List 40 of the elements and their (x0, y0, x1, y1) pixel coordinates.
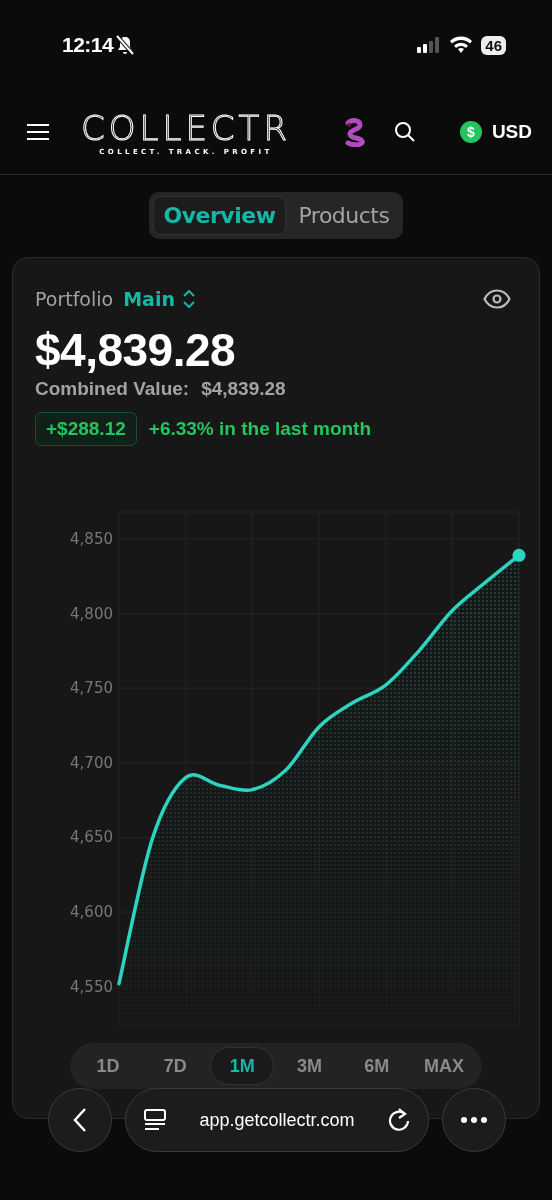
view-tab[interactable]: Overview (152, 196, 287, 235)
range-tab[interactable]: 3M (277, 1047, 342, 1085)
axis-label: 4,700 (70, 753, 113, 772)
axis-label: 4,600 (70, 903, 113, 922)
search-icon[interactable] (393, 121, 416, 143)
axis-label: 4,850 (70, 529, 113, 548)
clock-time: 12:14 (62, 33, 114, 57)
axis-label: 4,650 (70, 828, 113, 847)
current-point[interactable] (512, 548, 526, 562)
range-tab[interactable]: 7D (143, 1047, 208, 1085)
brand-logo[interactable]: COLLECTR (81, 108, 291, 147)
menu-icon[interactable] (27, 123, 49, 141)
view-tab[interactable]: Products (288, 196, 400, 235)
url-text: app.getcollectr.com (198, 1109, 356, 1131)
reload-icon[interactable] (388, 1108, 410, 1132)
axis-label: 4,550 (70, 977, 113, 996)
more-icon (461, 1117, 487, 1123)
chevron-up-down-icon (182, 290, 195, 308)
portfolio-label: Portfolio (35, 288, 114, 310)
change-percent: +6.33% in the last month (148, 418, 372, 440)
address-bar[interactable]: app.getcollectr.com (125, 1088, 429, 1152)
combined-value-label: Combined Value: (35, 378, 190, 400)
currency-symbol: $ (459, 121, 482, 143)
combined-value: $4,839.28 (201, 378, 286, 400)
range-tab[interactable]: 6M (344, 1047, 409, 1085)
range-tab[interactable]: 1D (76, 1047, 140, 1085)
range-tab[interactable]: MAX (411, 1047, 476, 1085)
eye-icon[interactable] (483, 289, 511, 309)
portfolio-selector[interactable]: Main (123, 288, 195, 310)
battery-level: 46 (481, 35, 506, 55)
change-amount: +$288.12 (35, 412, 137, 446)
range-tab[interactable]: 1M (210, 1047, 275, 1085)
axis-label: 4,800 (70, 604, 113, 623)
chevron-left-icon (73, 1107, 87, 1133)
currency-selector[interactable]: $ USD (459, 121, 532, 143)
axis-label: 4,750 (70, 679, 113, 698)
signal-icon (417, 37, 440, 53)
page-menu-icon[interactable] (144, 1109, 166, 1131)
wifi-icon (449, 36, 474, 54)
portfolio-value: $4,839.28 (34, 324, 237, 376)
